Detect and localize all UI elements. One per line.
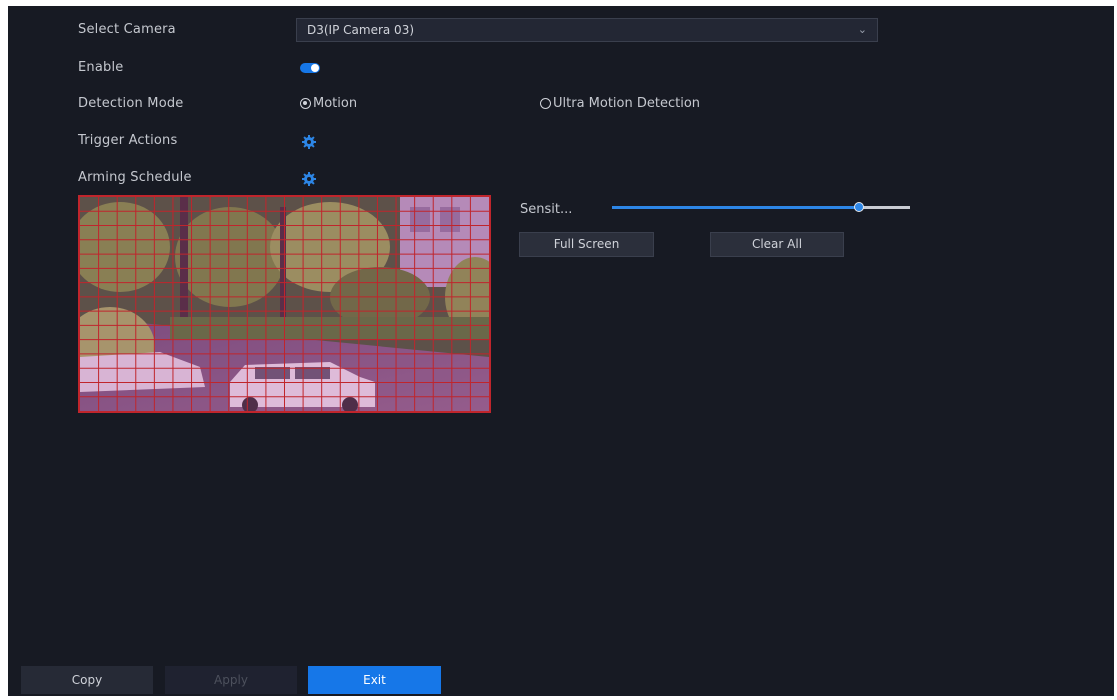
sensitivity-label: Sensit...: [520, 202, 573, 217]
sensitivity-slider[interactable]: [612, 202, 910, 212]
detection-mode-label: Detection Mode: [78, 96, 184, 111]
select-camera-label: Select Camera: [78, 22, 176, 37]
camera-select[interactable]: D3(IP Camera 03) ⌄: [296, 18, 878, 42]
gear-icon[interactable]: [302, 135, 316, 149]
copy-button[interactable]: Copy: [21, 666, 153, 694]
exit-button[interactable]: Exit: [308, 666, 441, 694]
apply-button[interactable]: Apply: [165, 666, 297, 694]
gear-icon[interactable]: [302, 172, 316, 186]
full-screen-button[interactable]: Full Screen: [519, 232, 654, 257]
radio-motion[interactable]: Motion: [300, 96, 357, 111]
arming-schedule-label: Arming Schedule: [78, 170, 192, 185]
camera-preview[interactable]: [78, 195, 491, 413]
detection-grid-canvas: [80, 197, 489, 411]
clear-all-button[interactable]: Clear All: [710, 232, 844, 257]
camera-select-value: D3(IP Camera 03): [307, 23, 415, 37]
radio-ultra-motion-detection[interactable]: Ultra Motion Detection: [540, 96, 700, 111]
chevron-down-icon: ⌄: [857, 23, 867, 36]
sensitivity-slider-thumb[interactable]: [854, 202, 865, 212]
toggle-knob: [311, 64, 319, 72]
radio-motion-label: Motion: [313, 96, 358, 111]
motion-detection-panel: Select Camera D3(IP Camera 03) ⌄ Enable …: [8, 6, 1114, 696]
enable-toggle[interactable]: [300, 63, 320, 73]
radio-ultra-motion-label: Ultra Motion Detection: [553, 96, 701, 111]
sensitivity-slider-fill: [612, 206, 860, 209]
radio-selected-icon: [300, 98, 311, 109]
radio-unselected-icon: [540, 98, 551, 109]
trigger-actions-label: Trigger Actions: [78, 133, 178, 148]
enable-label: Enable: [78, 60, 124, 75]
